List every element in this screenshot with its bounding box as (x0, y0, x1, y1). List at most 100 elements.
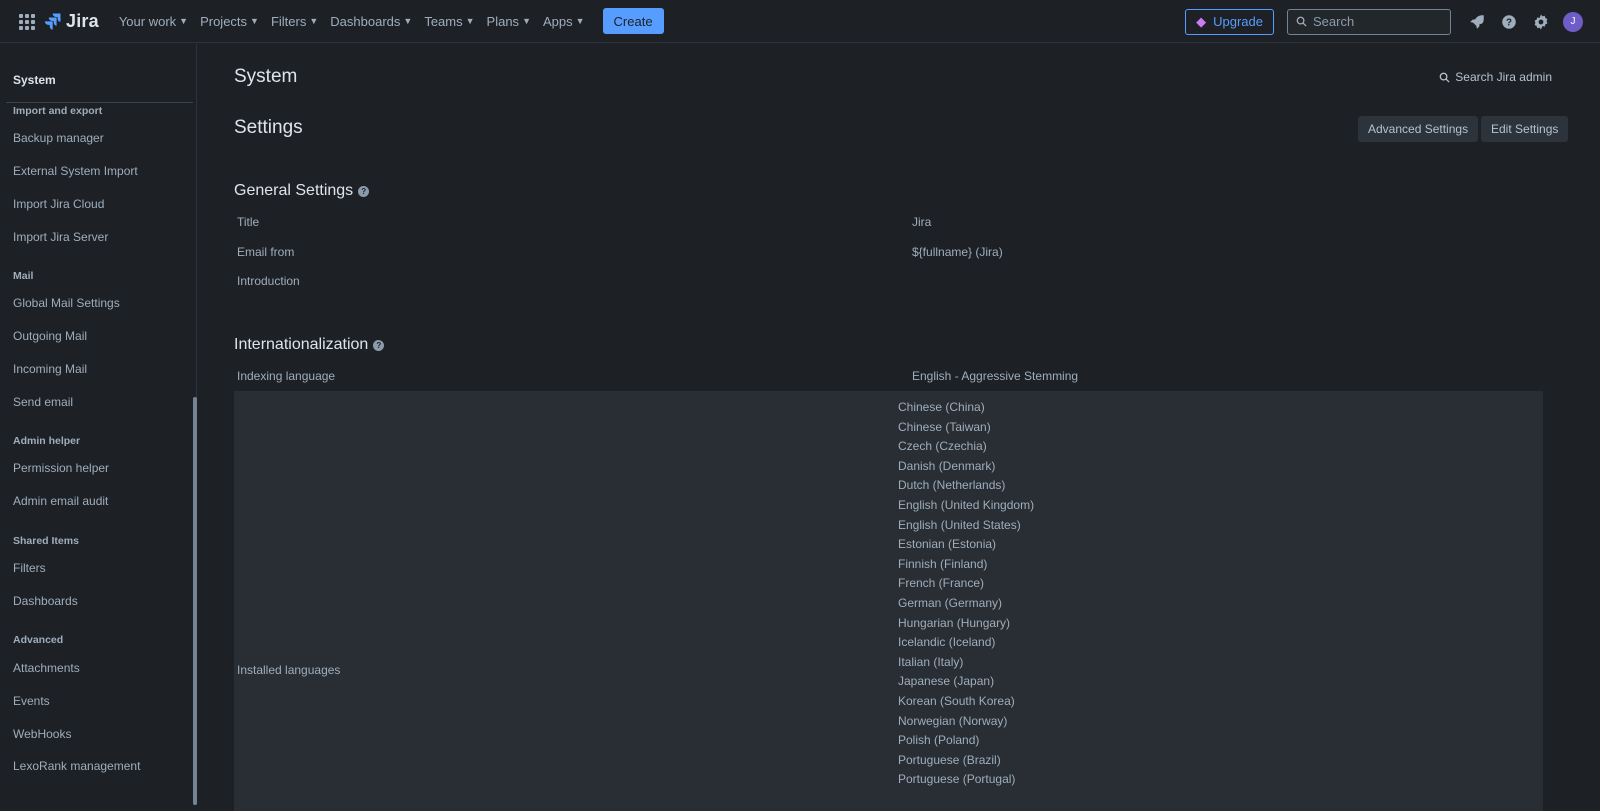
sidebar-item-outgoing-mail[interactable]: Outgoing Mail (13, 329, 87, 343)
sidebar-item-incoming-mail[interactable]: Incoming Mail (13, 362, 87, 376)
sidebar-item-import-jira-cloud[interactable]: Import Jira Cloud (13, 197, 104, 211)
page-title: System (234, 66, 298, 87)
notifications-button[interactable] (1461, 6, 1493, 38)
installed-languages-label: Installed languages (237, 663, 341, 677)
email-from-label: Email from (237, 245, 295, 259)
nav-filters[interactable]: Filters ▼ (265, 5, 324, 37)
general-settings-heading: General Settings ? (234, 182, 370, 200)
chevron-down-icon: ▼ (403, 16, 413, 26)
language-item: Korean (South Korea) (898, 693, 1015, 708)
installed-languages-list: Chinese (China) Chinese (Taiwan) Czech (… (898, 398, 1034, 790)
internationalization-title: Internationalization (234, 336, 369, 353)
language-item: Norwegian (Norway) (898, 713, 1008, 728)
nav-plans[interactable]: Plans ▼ (481, 5, 537, 37)
settings-title: Settings (234, 117, 303, 138)
sidebar-item-permission-helper[interactable]: Permission helper (13, 461, 109, 475)
nav-your-work[interactable]: Your work ▼ (113, 5, 194, 37)
sidebar-item-dashboards[interactable]: Dashboards (13, 594, 78, 608)
language-item: Hungarian (Hungary) (898, 615, 1011, 630)
create-button[interactable]: Create (602, 8, 664, 34)
gem-icon: ◆ (1196, 13, 1207, 29)
nav-apps[interactable]: Apps ▼ (537, 5, 591, 37)
general-settings-title: General Settings (234, 182, 354, 199)
nav-teams-label: Teams (424, 13, 463, 29)
nav-plans-label: Plans (486, 13, 520, 29)
sidebar-item-webhooks[interactable]: WebHooks (13, 727, 71, 741)
help-button[interactable]: ? (1493, 6, 1525, 38)
sidebar-group-heading: Shared Items (13, 535, 79, 547)
sidebar-group-heading: Admin helper (13, 435, 81, 447)
language-item: French (France) (898, 576, 985, 591)
language-item: Icelandic (Iceland) (898, 635, 996, 650)
indexing-language-label: Indexing language (237, 369, 336, 383)
help-icon[interactable]: ? (373, 339, 385, 351)
sidebar-item-filters[interactable]: Filters (13, 561, 46, 575)
search-input[interactable] (1313, 14, 1433, 29)
sidebar-divider (6, 102, 193, 103)
internationalization-heading: Internationalization ? (234, 336, 385, 354)
title-label: Title (237, 215, 260, 229)
chevron-down-icon: ▼ (465, 16, 475, 26)
sidebar-item-global-mail-settings[interactable]: Global Mail Settings (13, 296, 120, 310)
sidebar-item-admin-email-audit[interactable]: Admin email audit (13, 494, 108, 508)
upgrade-label: Upgrade (1213, 14, 1263, 29)
search-jira-admin-label: Search Jira admin (1455, 70, 1552, 84)
chevron-down-icon: ▼ (309, 16, 319, 26)
upgrade-button[interactable]: ◆ Upgrade (1185, 8, 1274, 35)
nav-right-group: ◆ Upgrade ? J (1185, 0, 1600, 43)
search-box[interactable] (1287, 8, 1451, 35)
language-item: Danish (Denmark) (898, 458, 996, 473)
advanced-settings-button[interactable]: Advanced Settings (1358, 116, 1479, 142)
main-content: System Search Jira admin Settings Advanc… (197, 44, 1600, 811)
chevron-down-icon: ▼ (250, 16, 259, 26)
language-item: Estonian (Estonia) (898, 537, 997, 552)
svg-text:?: ? (1506, 17, 1512, 28)
chevron-down-icon: ▼ (575, 16, 585, 26)
language-item: English (United States) (898, 517, 1021, 532)
language-item: Portuguese (Brazil) (898, 752, 1001, 767)
language-item: English (United Kingdom) (898, 497, 1035, 512)
installed-languages-row: Installed languages Chinese (China) Chin… (234, 391, 1543, 811)
question-icon: ? (1502, 14, 1516, 29)
email-from-value: ${fullname} (Jira) (912, 245, 1003, 259)
search-icon (1439, 72, 1450, 83)
app-switcher-icon[interactable] (16, 11, 36, 31)
chevron-down-icon: ▼ (179, 16, 189, 26)
gear-icon (1534, 14, 1548, 29)
sidebar: System Import and export Backup manager … (0, 44, 197, 805)
title-value: Jira (912, 215, 932, 229)
nav-your-work-label: Your work (118, 13, 177, 29)
language-item: German (Germany) (898, 595, 1003, 610)
search-jira-admin-link[interactable]: Search Jira admin (1439, 70, 1552, 84)
nav-dashboards-label: Dashboards (330, 13, 401, 29)
sidebar-item-attachments[interactable]: Attachments (13, 661, 80, 675)
settings-button[interactable] (1525, 6, 1557, 38)
nav-dashboards[interactable]: Dashboards ▼ (324, 5, 418, 37)
jira-logo[interactable]: Jira (44, 11, 99, 32)
rocket-icon (1470, 14, 1484, 29)
nav-apps-label: Apps (542, 13, 573, 29)
sidebar-item-backup-manager[interactable]: Backup manager (13, 131, 104, 145)
sidebar-title: System (13, 73, 56, 87)
nav-teams[interactable]: Teams ▼ (418, 5, 480, 37)
sidebar-item-import-jira-server[interactable]: Import Jira Server (13, 230, 108, 244)
help-icon[interactable]: ? (358, 185, 370, 197)
language-item: Dutch (Netherlands) (898, 478, 1006, 493)
language-item: Chinese (Taiwan) (898, 419, 991, 434)
top-navigation: Jira Your work ▼ Projects ▼ Filters ▼ Dashb… (0, 0, 1600, 43)
avatar[interactable]: J (1563, 11, 1583, 32)
sidebar-group-heading: Advanced (13, 634, 64, 646)
chevron-down-icon: ▼ (522, 16, 531, 26)
sidebar-group-heading: Mail (13, 270, 34, 282)
language-item: Czech (Czechia) (898, 439, 987, 454)
edit-settings-button[interactable]: Edit Settings (1481, 116, 1569, 142)
language-item: Italian (Italy) (898, 654, 964, 669)
introduction-label: Introduction (237, 274, 300, 288)
sidebar-item-external-system-import[interactable]: External System Import (13, 164, 138, 178)
sidebar-item-events[interactable]: Events (13, 694, 50, 708)
nav-projects-label: Projects (200, 13, 248, 29)
logo-text: Jira (66, 10, 99, 31)
sidebar-item-lexorank-management[interactable]: LexoRank management (13, 759, 140, 773)
sidebar-item-send-email[interactable]: Send email (13, 395, 73, 409)
nav-projects[interactable]: Projects ▼ (194, 5, 265, 37)
